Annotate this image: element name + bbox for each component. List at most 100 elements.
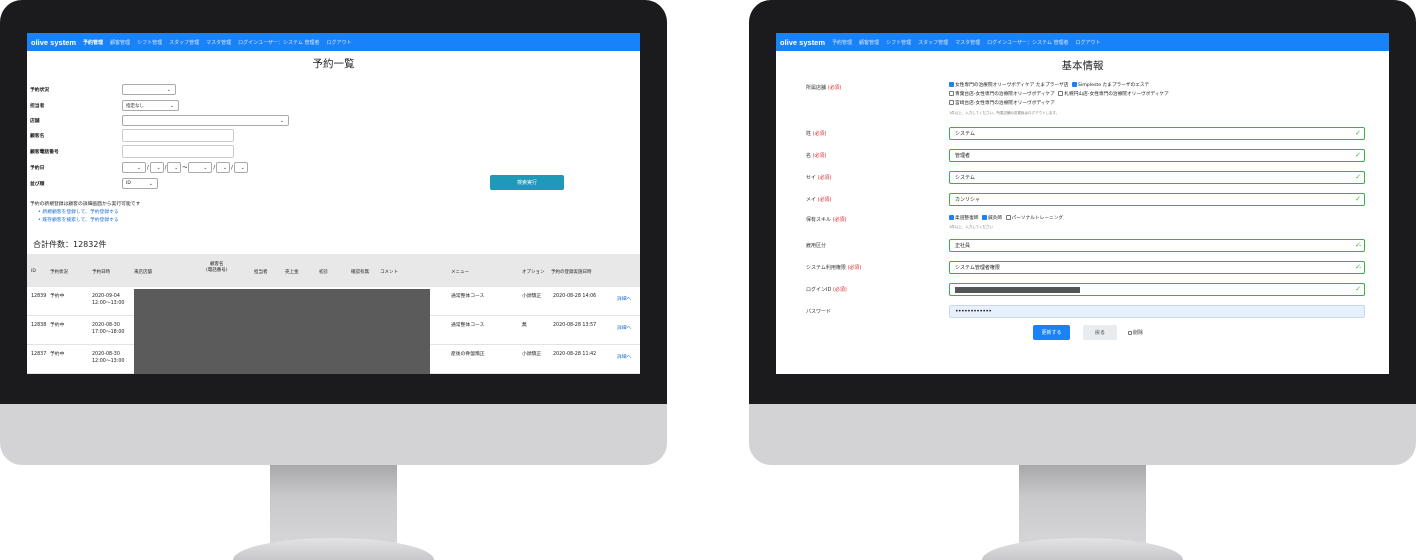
col-store[interactable]: 来店店舗 [134,269,152,275]
cell-status: 予約中 [50,294,65,299]
nav-reservations[interactable]: 予約管理 [83,39,103,46]
staff-value: 指定なし [126,103,144,109]
checkbox-store-aobadai[interactable] [949,91,954,96]
col-datetime[interactable]: 予約日時 [92,269,110,275]
checkbox-store-miyazakidai[interactable] [949,100,954,105]
checkbox-store-sapporo[interactable] [1058,91,1064,96]
search-button[interactable]: 検索実行 [490,175,564,190]
staff-row: 担当者 指定なし ⌄ [30,100,179,111]
login-id-input[interactable]: ✓ [949,283,1365,296]
back-button[interactable]: 戻る [1083,325,1117,340]
new-customer-link[interactable]: 新規顧客を登録して、予約登録する [38,208,140,215]
permission-label: システム利用権限 (必須) [806,264,861,271]
first-name-input[interactable]: 管理者 ✓ [949,149,1365,162]
date-from-day[interactable]: ⌄ [167,162,182,173]
cell-menu: 通常整体コース [451,323,485,328]
monitor-stand-foot [982,538,1183,560]
col-status[interactable]: 予約状況 [50,269,68,275]
checkbox-store-simpleste[interactable] [1071,82,1077,87]
detail-link[interactable]: 詳細へ [617,325,631,332]
checkbox-skill-personal-training[interactable] [1005,215,1011,220]
store-row: 店舗 ⌄ [30,115,289,126]
store-option-label: 宮崎台店-女性専門の治療院オリーヴボディケア [955,101,1055,106]
last-name-input[interactable]: システム ✓ [949,127,1365,140]
existing-customer-link[interactable]: 既存顧客を検索して、予約登録する [38,216,140,223]
date-separator: / [213,164,216,171]
first-name-label: 名 (必須) [806,152,827,159]
brand-logo[interactable]: olive system [31,38,76,47]
col-first-visit[interactable]: 初診 [319,269,328,275]
page-title: 予約一覧 [312,58,355,70]
status-select[interactable]: ⌄ [122,84,176,95]
detail-link[interactable]: 詳細へ [617,354,631,361]
nav-login-user[interactable]: ログインユーザー：システム 管理者 [238,39,319,46]
nav-customers[interactable]: 顧客管理 [110,39,130,46]
last-kana-value: システム [955,175,975,181]
checkbox-delete[interactable] [1128,330,1132,335]
password-input[interactable]: •••••••••••• [949,305,1365,318]
nav-shifts[interactable]: シフト管理 [886,39,911,46]
staff-select[interactable]: 指定なし ⌄ [122,100,179,111]
nav-master[interactable]: マスタ管理 [955,39,980,46]
date-to-year[interactable]: ⌄ [188,162,213,173]
monitor-stand-foot [233,538,434,560]
nav-login-user[interactable]: ログインユーザー：システム 管理者 [987,39,1068,46]
skill-checkboxes: 柔道整復師 鍼灸師 パーソナルトレーニング [949,215,1063,221]
col-customer[interactable]: 顧客名 (電話番号) [206,262,228,274]
skill-label-text: 保有スキル [806,217,832,223]
checkbox-skill-judo[interactable] [949,215,954,220]
phone-label: 顧客電話番号 [30,150,59,155]
cell-menu: 通常整体コース [451,294,485,299]
staff-label: 担当者 [30,104,45,109]
checkbox-skill-acupuncture[interactable] [981,215,987,220]
last-name-label-text: 姓 [806,131,812,137]
cell-option: 小顔矯正 [522,352,542,357]
date-row: 予約日 ⌄ / ⌄ / ⌄ 〜 ⌄ / ⌄ / ⌄ [30,162,248,173]
sort-label: 並び順 [30,182,45,187]
first-kana-input[interactable]: カンリシャ ✓ [949,193,1365,206]
status-label: 予約状況 [30,88,50,93]
date-to-month[interactable]: ⌄ [216,162,231,173]
customer-name-input[interactable] [122,129,234,142]
customer-phone-input[interactable] [122,145,234,158]
nav-customers[interactable]: 顧客管理 [859,39,879,46]
col-option[interactable]: オプション [522,269,545,275]
col-menu[interactable]: メニュー [451,269,469,275]
required-mark: (必須) [832,287,847,293]
store-option-label: Simpleste たまプラーザのエステ [1077,83,1150,88]
cell-date: 2020-08-30 [92,352,120,357]
date-range-separator: 〜 [182,165,188,171]
store-select[interactable]: ⌄ [122,115,289,126]
nav-staff[interactable]: スタッフ管理 [169,39,199,46]
date-from-year[interactable]: ⌄ [122,162,146,173]
employment-select[interactable]: 正社員 ✓ ⌄ [949,239,1365,252]
nav-shifts[interactable]: シフト管理 [137,39,162,46]
required-mark: (必須) [817,197,832,203]
nav-reservations[interactable]: 予約管理 [832,39,852,46]
checkbox-store-tamaplaza[interactable] [949,82,954,87]
brand-logo[interactable]: olive system [780,38,825,47]
nav-logout[interactable]: ログアウト [326,39,351,46]
col-confirm[interactable]: 確認有無 [351,269,369,275]
nav-master[interactable]: マスタ管理 [206,39,231,46]
login-id-label-text: ログインID [806,287,832,293]
permission-value: システム管理者権限 [955,265,1000,271]
nav-staff[interactable]: スタッフ管理 [918,39,948,46]
nav-logout[interactable]: ログアウト [1075,39,1100,46]
col-registered[interactable]: 予約の登録実施日時 [551,269,592,275]
col-comment[interactable]: コメント [380,269,398,275]
first-kana-label: メイ (必須) [806,196,832,203]
cell-status: 予約中 [50,352,65,357]
last-kana-input[interactable]: システム ✓ [949,171,1365,184]
update-button[interactable]: 更新する [1033,325,1070,340]
detail-link[interactable]: 詳細へ [617,296,631,303]
date-from-month[interactable]: ⌄ [149,162,164,173]
date-to-day[interactable]: ⌄ [233,162,248,173]
store-hint: 1件以上、入力してください。所属店舗の変更後はログアウトします。 [949,111,1060,115]
col-id[interactable]: ID [31,269,36,274]
permission-select[interactable]: システム管理者権限 ✓ ⌄ [949,261,1365,274]
navbar: olive system 予約管理 顧客管理 シフト管理 スタッフ管理 マスタ管… [776,33,1389,51]
col-staff[interactable]: 担当者 [254,269,268,275]
sort-select[interactable]: ID ⌄ [122,178,158,189]
col-sales[interactable]: 売上金 [285,269,299,275]
